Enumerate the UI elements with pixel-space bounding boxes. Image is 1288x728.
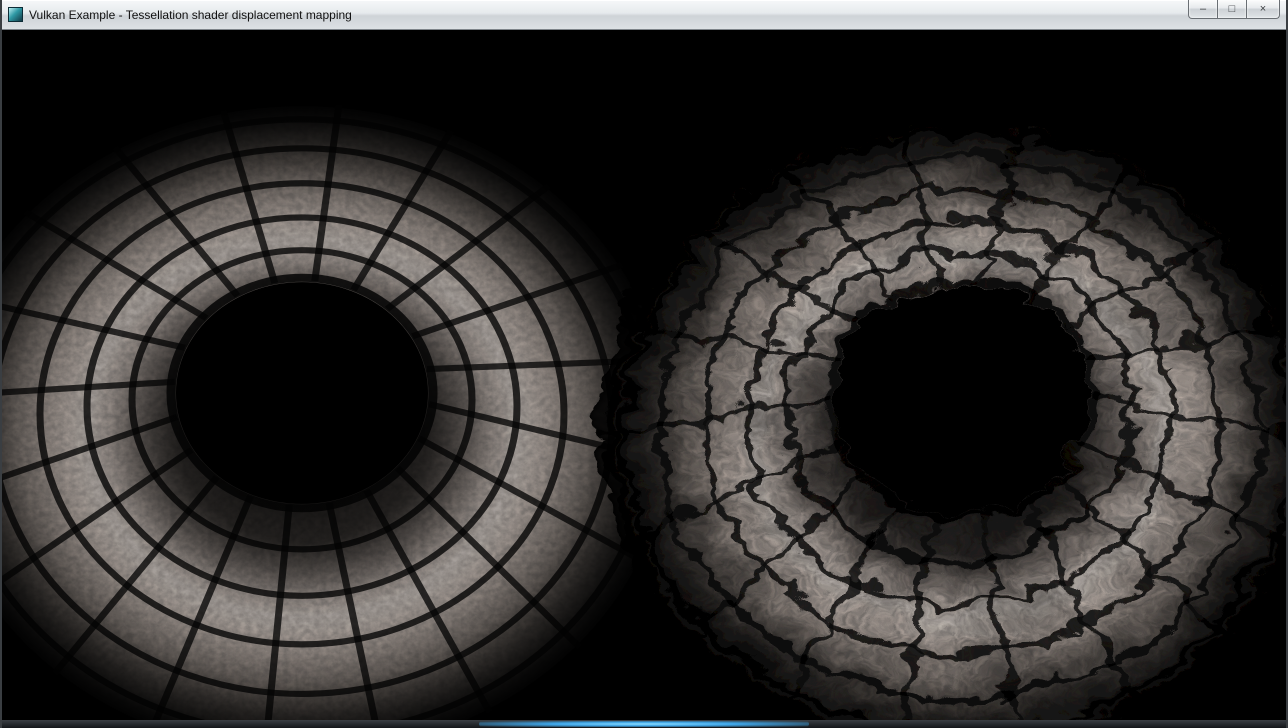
render-canvas — [2, 30, 1286, 720]
bottom-frame-glow — [479, 721, 809, 727]
render-viewport[interactable] — [2, 30, 1286, 720]
title-bar[interactable]: Vulkan Example - Tessellation shader dis… — [0, 0, 1288, 30]
application-window: Vulkan Example - Tessellation shader dis… — [0, 0, 1288, 728]
close-icon: × — [1260, 4, 1266, 15]
window-frame-bottom — [0, 720, 1288, 728]
minimize-icon: – — [1200, 4, 1206, 15]
close-button[interactable]: × — [1246, 0, 1280, 19]
window-title: Vulkan Example - Tessellation shader dis… — [29, 0, 352, 30]
window-icon[interactable] — [8, 7, 23, 22]
maximize-button[interactable]: □ — [1217, 0, 1247, 19]
maximize-icon: □ — [1229, 4, 1236, 15]
minimize-button[interactable]: – — [1188, 0, 1218, 19]
window-controls: – □ × — [1189, 0, 1280, 19]
